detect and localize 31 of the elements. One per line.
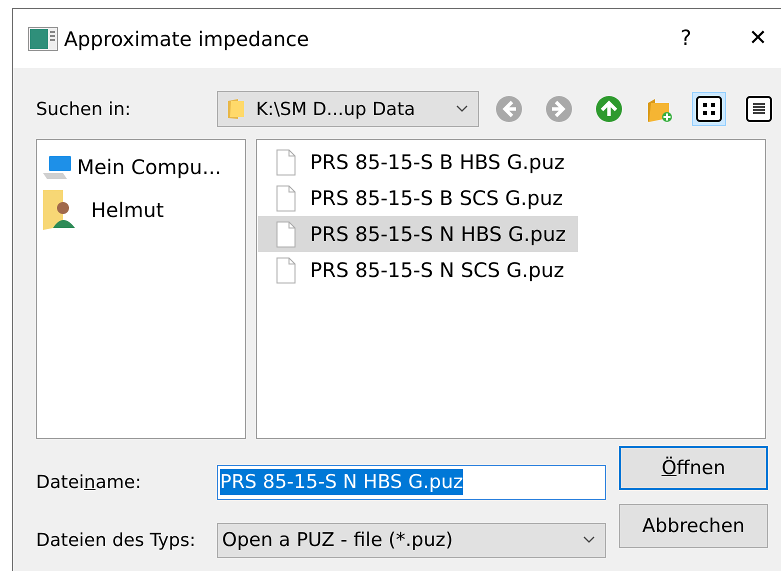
- app-icon: [28, 26, 58, 50]
- file-item[interactable]: PRS 85-15-S N SCS G.puz: [258, 252, 578, 288]
- help-button[interactable]: ?: [666, 22, 706, 54]
- computer-icon: [41, 153, 73, 181]
- look-in-dropdown[interactable]: K:\SM D...up Data: [217, 91, 479, 127]
- window-title: Approximate impedance: [64, 26, 310, 52]
- file-icon: [276, 184, 296, 212]
- folder-icon: [228, 99, 244, 119]
- dropdown-caret-icon: [456, 105, 468, 113]
- file-type-label: Dateien des Typs:: [36, 528, 197, 552]
- toolbar-button[interactable]: [692, 92, 726, 126]
- dialog-button[interactable]: Öffnen: [619, 446, 768, 490]
- file-icon: [276, 256, 296, 284]
- look-in-value: K:\SM D...up Data: [256, 98, 416, 122]
- filename-field[interactable]: PRS 85-15-S N HBS G.puz: [217, 464, 606, 500]
- dialog-button[interactable]: Abbrechen: [619, 504, 768, 548]
- grid-view-icon: [695, 95, 723, 123]
- list-view-icon: [745, 95, 773, 123]
- filename-label: Dateiname:: [36, 470, 142, 494]
- file-icon: [276, 148, 296, 176]
- place-item[interactable]: Mein Compu...: [41, 152, 245, 182]
- look-in-label: Suchen in:: [36, 98, 132, 122]
- file-icon: [276, 220, 296, 248]
- place-item[interactable]: Helmut: [41, 188, 245, 232]
- dropdown-caret-icon: [583, 536, 595, 544]
- file-item[interactable]: PRS 85-15-S N HBS G.puz: [258, 216, 578, 252]
- close-button[interactable]: ✕: [736, 22, 780, 55]
- user-folder-icon: [41, 188, 77, 232]
- file-item[interactable]: PRS 85-15-S B SCS G.puz: [258, 180, 578, 216]
- file-item[interactable]: PRS 85-15-S B HBS G.puz: [258, 144, 578, 180]
- file-type-dropdown[interactable]: Open a PUZ - file (*.puz): [217, 522, 606, 558]
